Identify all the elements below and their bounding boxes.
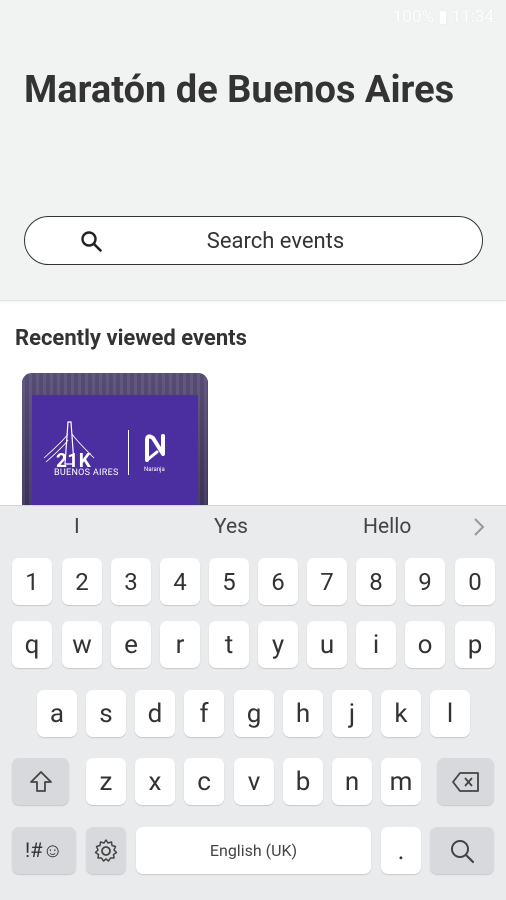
key-z[interactable]: z — [86, 758, 126, 805]
key-c[interactable]: c — [184, 758, 224, 805]
naranja-logo-icon — [145, 434, 165, 462]
key-0[interactable]: 0 — [455, 558, 495, 605]
shift-key[interactable] — [12, 758, 69, 805]
event-logo-city: BUENOS AIRES — [54, 468, 119, 478]
suggestion-item[interactable]: Hello — [363, 505, 411, 549]
search-placeholder: Search events — [206, 229, 345, 254]
section-title: Recently viewed events — [15, 326, 247, 351]
key-v[interactable]: v — [234, 758, 274, 805]
key-t[interactable]: t — [209, 621, 249, 668]
key-1[interactable]: 1 — [12, 558, 52, 605]
key-f[interactable]: f — [184, 690, 224, 737]
key-r[interactable]: r — [160, 621, 200, 668]
backspace-key[interactable] — [437, 758, 494, 805]
symbols-key[interactable]: !#☺ — [12, 827, 76, 874]
key-h[interactable]: h — [283, 690, 323, 737]
key-q[interactable]: q — [12, 621, 52, 668]
key-period[interactable]: . — [381, 827, 421, 874]
key-8[interactable]: 8 — [356, 558, 396, 605]
space-key[interactable]: English (UK) — [136, 827, 371, 874]
search-key[interactable] — [430, 827, 494, 874]
search-icon — [451, 839, 475, 863]
key-d[interactable]: d — [135, 690, 175, 737]
key-o[interactable]: o — [405, 621, 445, 668]
key-9[interactable]: 9 — [405, 558, 445, 605]
key-u[interactable]: u — [307, 621, 347, 668]
status-bar: 100% ▮ 11:34 — [0, 0, 506, 34]
suggestion-item[interactable]: I — [74, 505, 80, 549]
key-6[interactable]: 6 — [258, 558, 298, 605]
key-m[interactable]: m — [381, 758, 421, 805]
key-p[interactable]: p — [455, 621, 495, 668]
space-label: English (UK) — [209, 841, 298, 860]
key-3[interactable]: 3 — [111, 558, 151, 605]
gear-icon — [94, 838, 118, 862]
logo-divider — [128, 430, 129, 475]
key-a[interactable]: a — [37, 690, 77, 737]
search-input[interactable]: Search events — [24, 216, 483, 265]
key-7[interactable]: 7 — [307, 558, 347, 605]
settings-key[interactable] — [86, 827, 126, 874]
key-g[interactable]: g — [234, 690, 274, 737]
key-2[interactable]: 2 — [62, 558, 102, 605]
key-i[interactable]: i — [356, 621, 396, 668]
key-b[interactable]: b — [283, 758, 323, 805]
backspace-icon — [451, 771, 479, 792]
key-n[interactable]: n — [332, 758, 372, 805]
key-j[interactable]: j — [332, 690, 372, 737]
shift-icon — [29, 770, 52, 792]
event-sponsor: Naranja — [144, 466, 165, 473]
key-x[interactable]: x — [135, 758, 175, 805]
key-w[interactable]: w — [62, 621, 102, 668]
key-s[interactable]: s — [86, 690, 126, 737]
chevron-right-icon[interactable] — [472, 516, 486, 538]
key-y[interactable]: y — [258, 621, 298, 668]
key-4[interactable]: 4 — [160, 558, 200, 605]
key-e[interactable]: e — [111, 621, 151, 668]
suggestion-item[interactable]: Yes — [214, 505, 248, 549]
key-k[interactable]: k — [381, 690, 421, 737]
key-5[interactable]: 5 — [209, 558, 249, 605]
page-title: Maratón de Buenos Aires — [24, 68, 455, 112]
key-l[interactable]: l — [430, 690, 470, 737]
status-text: 100% ▮ 11:34 — [392, 7, 494, 27]
